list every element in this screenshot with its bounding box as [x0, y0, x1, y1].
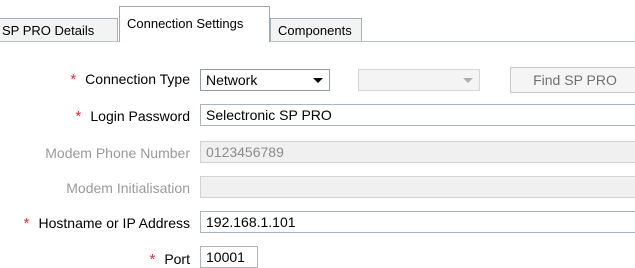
modem-init-label: Modem Initialisation [66, 180, 190, 196]
hostname-label: * Hostname or IP Address [23, 215, 190, 232]
chevron-down-icon [313, 78, 323, 83]
find-sp-pro-button[interactable]: Find SP PRO [510, 67, 635, 93]
tab-components[interactable]: Components [270, 18, 362, 42]
chevron-down-icon [463, 78, 473, 83]
login-password-field[interactable]: Selectronic SP PRO [200, 104, 635, 126]
tab-connection-settings[interactable]: Connection Settings [119, 6, 270, 42]
required-asterisk: * [75, 108, 82, 125]
port-field[interactable]: 10001 [200, 246, 258, 268]
required-asterisk: * [23, 215, 30, 232]
login-password-label: * Login Password [75, 108, 190, 125]
required-asterisk: * [149, 251, 156, 268]
connection-type-label: * Connection Type [70, 71, 190, 88]
modem-phone-label: Modem Phone Number [45, 145, 190, 161]
modem-phone-field[interactable]: 0123456789 [200, 141, 635, 163]
tab-sp-pro-details[interactable]: SP PRO Details [0, 18, 118, 42]
modem-init-field[interactable] [200, 176, 635, 198]
port-label: * Port [149, 251, 190, 268]
tab-strip: SP PRO Details Connection Settings Compo… [0, 0, 635, 42]
connection-type-select[interactable]: Network [200, 69, 330, 91]
hostname-field[interactable]: 192.168.1.101 [200, 211, 635, 233]
required-asterisk: * [70, 71, 77, 88]
tab-divider [0, 41, 635, 42]
secondary-select[interactable] [358, 69, 480, 91]
